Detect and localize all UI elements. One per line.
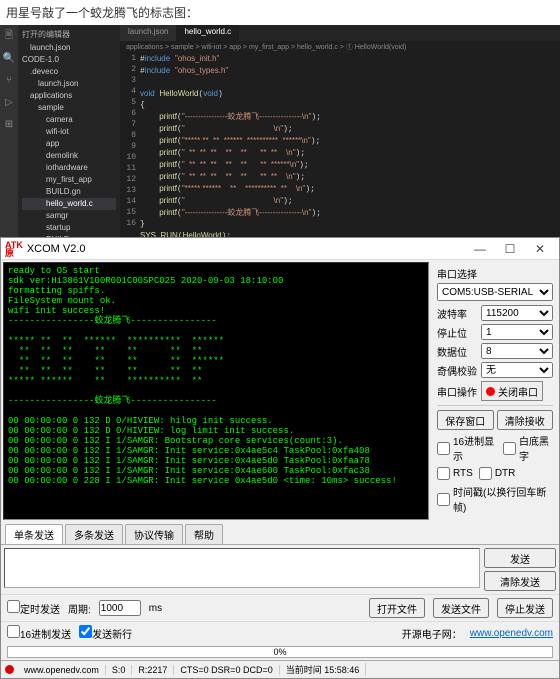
tree-node[interactable]: my_first_app [22,174,116,186]
line-gutter: 1 2 3 4 5 6 7 8 9 10 11 12 13 14 15 16 [120,53,140,237]
status-sent: S:0 [106,665,133,675]
port-select[interactable]: COM5:USB-SERIAL [437,283,553,301]
stop-send-button[interactable]: 停止发送 [497,598,553,618]
timestamp-checkbox[interactable]: 时间戳(以换行回车断帧) [437,484,553,514]
search-icon[interactable]: 🔍 [2,51,16,65]
vscode-main: launch.jsonhello_world.c applications > … [120,25,560,237]
tree-node[interactable]: launch.json [22,78,116,90]
stopbit-label: 停止位 [437,325,481,340]
tree-node[interactable]: app [22,138,116,150]
tree-node[interactable]: sample [22,102,116,114]
maximize-button[interactable]: ☐ [495,242,525,256]
xcom-titlebar: ATK原 XCOM V2.0 — ☐ ✕ [1,238,559,260]
serial-console[interactable]: ready to OS start sdk ver:Hi3861V100R001… [3,262,429,520]
send-button[interactable]: 发送 [484,548,556,568]
tree-node[interactable]: applications [22,90,116,102]
send-area: 发送 清除发送 [1,545,559,594]
rts-checkbox[interactable]: RTS [437,467,473,480]
status-recv: R:2217 [132,665,174,675]
close-button[interactable]: ✕ [525,242,555,256]
breadcrumb[interactable]: applications > sample > wifi-iot > app >… [120,41,560,53]
clear-send-button[interactable]: 清除发送 [484,571,556,591]
scm-icon[interactable]: ⑂ [2,73,16,87]
tree-node[interactable]: BUILD.gn [22,186,116,198]
stopbit-select[interactable]: 1 [481,324,553,340]
tree-node[interactable]: samgr [22,210,116,222]
link-label: 开源电子网： [402,626,462,641]
tree-node[interactable]: .deveco [22,66,116,78]
extensions-icon[interactable]: ⊞ [2,117,16,131]
send-mode-tabs: 单条发送多条发送协议传输帮助 [1,522,559,545]
hex-display-checkbox[interactable]: 16进制显示 [437,433,497,463]
period-unit: ms [149,603,162,614]
send-options-row-2: 16进制发送 发送新行 开源电子网： www.openedv.com [1,621,559,644]
record-icon [486,387,495,396]
tree-node[interactable]: BUILD.gn [22,234,116,237]
xcom-logo: ATK原 [5,241,23,257]
code-content[interactable]: #include "ohos_init.h" #include "ohos_ty… [140,53,560,237]
dtr-checkbox[interactable]: DTR [479,467,516,480]
xcom-title-text: XCOM V2.0 [27,243,465,255]
tree-node[interactable]: launch.json [22,42,116,54]
status-lines: CTS=0 DSR=0 DCD=0 [174,665,279,675]
sidebar-header: 打开的编辑器 [22,29,116,40]
progress-bar: 0% [7,646,553,658]
databit-select[interactable]: 8 [481,343,553,359]
parity-label: 奇偶校验 [437,363,481,378]
send-file-button[interactable]: 发送文件 [433,598,489,618]
editor-tabs: launch.jsonhello_world.c [120,25,560,41]
send-tab[interactable]: 帮助 [185,524,223,544]
port-toggle-button[interactable]: 关闭串口 [481,381,543,401]
debug-icon[interactable]: ▷ [2,95,16,109]
openedv-link[interactable]: www.openedv.com [470,628,553,639]
status-time: 当前时间 15:58:46 [280,663,367,676]
page-caption: 用星号敲了一个蛟龙腾飞的标志图： [0,0,560,25]
parity-select[interactable]: 无 [481,362,553,378]
clear-recv-button[interactable]: 清除接收 [497,410,554,430]
hex-send-checkbox[interactable]: 16进制发送 [7,625,71,641]
port-group-label: 串口选择 [437,266,553,281]
save-window-button[interactable]: 保存窗口 [437,410,494,430]
status-bar: www.openedv.com S:0 R:2217 CTS=0 DSR=0 D… [1,660,559,678]
editor-tab[interactable]: hello_world.c [176,25,239,41]
vscode-sidebar: 打开的编辑器 launch.jsonCODE-1.0.devecolaunch.… [18,25,120,237]
status-url: www.openedv.com [18,665,106,675]
tree-node[interactable]: camera [22,114,116,126]
baud-label: 波特率 [437,306,481,321]
tree-node[interactable]: hello_world.c [22,198,116,210]
period-label: 周期: [68,601,91,616]
send-input[interactable] [4,548,480,588]
send-tab[interactable]: 单条发送 [5,524,63,544]
file-tree: launch.jsonCODE-1.0.devecolaunch.jsonapp… [22,42,116,237]
code-editor[interactable]: 1 2 3 4 5 6 7 8 9 10 11 12 13 14 15 16 #… [120,53,560,237]
minimize-button[interactable]: — [465,242,495,256]
send-tab[interactable]: 多条发送 [65,524,123,544]
timed-send-checkbox[interactable]: 定时发送 [7,600,60,616]
period-input[interactable] [99,600,141,616]
tree-node[interactable]: iothardware [22,162,116,174]
databit-label: 数据位 [437,344,481,359]
xcom-window: ATK原 XCOM V2.0 — ☐ ✕ ready to OS start s… [0,237,560,679]
tree-node[interactable]: startup [22,222,116,234]
serial-settings-panel: 串口选择 COM5:USB-SERIAL 波特率115200 停止位1 数据位8… [431,260,559,522]
send-tab[interactable]: 协议传输 [125,524,183,544]
send-options-row: 定时发送 周期: ms 打开文件 发送文件 停止发送 [1,594,559,621]
status-dot-icon [5,665,14,674]
files-icon[interactable]: 🗎 [2,29,16,43]
tree-node[interactable]: demolink [22,150,116,162]
tree-node[interactable]: CODE-1.0 [22,54,116,66]
vscode-window: 🗎 🔍 ⑂ ▷ ⊞ 打开的编辑器 launch.jsonCODE-1.0.dev… [0,25,560,237]
open-file-button[interactable]: 打开文件 [369,598,425,618]
white-bg-checkbox[interactable]: 白底黑字 [503,433,553,463]
baud-select[interactable]: 115200 [481,305,553,321]
vscode-activity-bar: 🗎 🔍 ⑂ ▷ ⊞ [0,25,18,237]
port-op-label: 串口操作 [437,384,481,399]
tree-node[interactable]: wifi-iot [22,126,116,138]
send-newline-checkbox[interactable]: 发送新行 [79,625,132,641]
editor-tab[interactable]: launch.json [120,25,176,41]
